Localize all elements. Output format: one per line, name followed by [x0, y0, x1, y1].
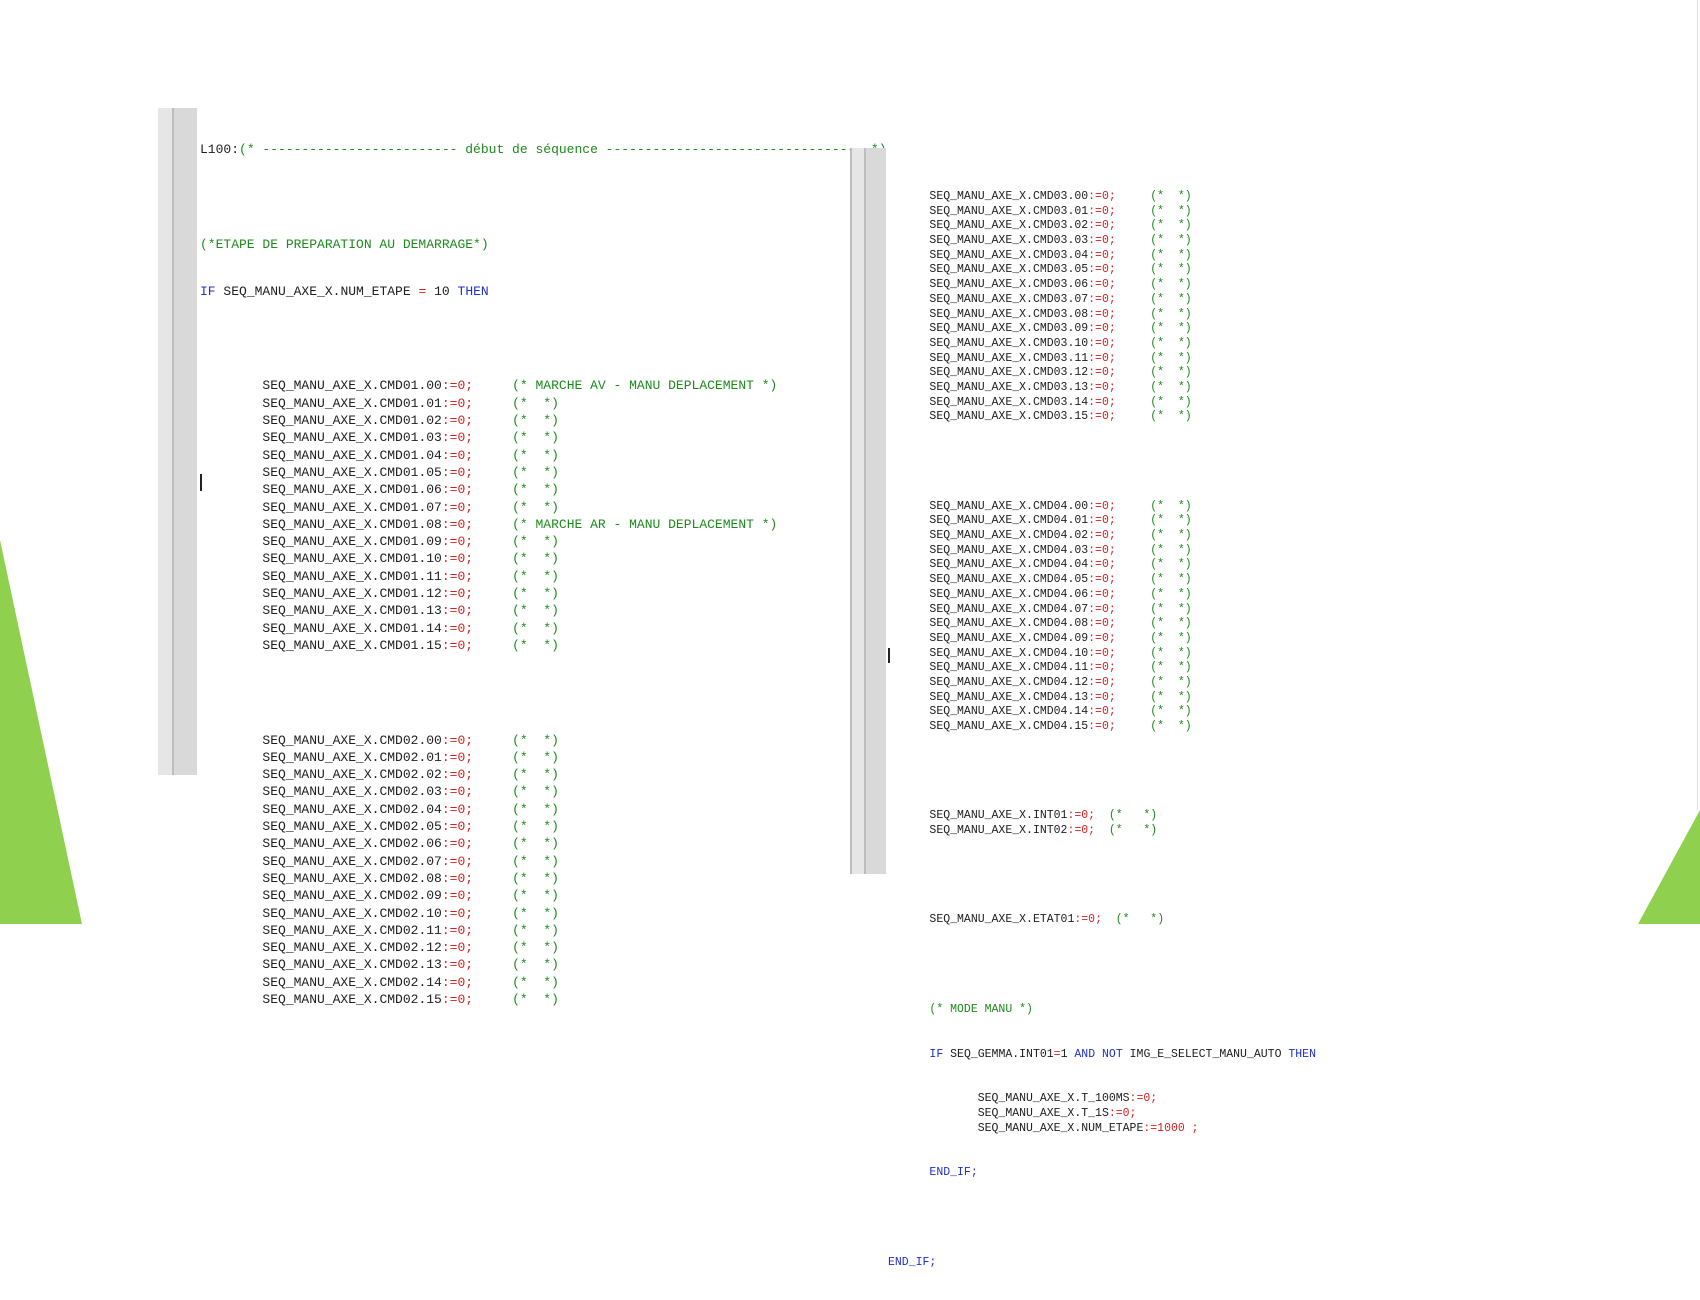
code-line: SEQ_MANU_AXE_X.CMD04.03:=0; (* *)	[929, 543, 1192, 557]
int-block: SEQ_MANU_AXE_X.INT01:=0; (* *) SEQ_MANU_…	[888, 809, 1316, 838]
code-line: SEQ_MANU_AXE_X.CMD03.02:=0; (* *)	[929, 219, 1192, 233]
code-line: SEQ_MANU_AXE_X.CMD04.00:=0; (* *)	[929, 499, 1192, 513]
code-line: SEQ_MANU_AXE_X.CMD01.12:=0; (* *)	[262, 586, 559, 602]
left-code-panel: L100:(* ------------------------- début …	[158, 108, 887, 1007]
left-gutter-strip	[174, 108, 197, 775]
code-line: SEQ_MANU_AXE_X.CMD03.07:=0; (* *)	[929, 292, 1192, 306]
code-line: SEQ_MANU_AXE_X.CMD04.10:=0; (* *)	[929, 646, 1192, 660]
code-line: SEQ_MANU_AXE_X.CMD02.14:=0; (* *)	[262, 974, 559, 990]
cmd02-block: SEQ_MANU_AXE_X.CMD02.00:=0; (* *) SEQ_MA…	[200, 732, 887, 1009]
code-line: SEQ_MANU_AXE_X.CMD02.06:=0; (* *)	[262, 836, 559, 852]
code-line: SEQ_MANU_AXE_X.CMD04.06:=0; (* *)	[929, 587, 1192, 601]
code-line: SEQ_MANU_AXE_X.CMD03.01:=0; (* *)	[929, 204, 1192, 218]
left-gutter	[158, 108, 172, 775]
code-line: SEQ_MANU_AXE_X.CMD01.13:=0; (* *)	[262, 603, 559, 619]
code-line: SEQ_MANU_AXE_X.CMD04.15:=0; (* *)	[929, 720, 1192, 733]
code-line: SEQ_MANU_AXE_X.T_100MS:=0;	[977, 1092, 1158, 1106]
code-line: SEQ_MANU_AXE_X.CMD03.08:=0; (* *)	[929, 307, 1192, 321]
code-line: SEQ_MANU_AXE_X.CMD03.13:=0; (* *)	[929, 380, 1192, 394]
code-line: SEQ_MANU_AXE_X.CMD03.09:=0; (* *)	[929, 322, 1192, 336]
code-line: SEQ_MANU_AXE_X.CMD02.01:=0; (* *)	[262, 749, 559, 765]
code-line: SEQ_MANU_AXE_X.CMD03.14:=0; (* *)	[929, 395, 1192, 409]
end-if-inner: END_IF;	[929, 1166, 978, 1180]
code-line: SEQ_MANU_AXE_X.CMD02.05:=0; (* *)	[262, 819, 559, 835]
code-line: SEQ_MANU_AXE_X.CMD01.10:=0; (* *)	[262, 551, 559, 567]
code-line: SEQ_MANU_AXE_X.CMD01.04:=0; (* *)	[262, 447, 559, 463]
if2-line: IF SEQ_GEMMA.INT01=1 AND NOT IMG_E_SELEC…	[929, 1047, 1316, 1061]
code-line: SEQ_MANU_AXE_X.INT01:=0; (* *)	[929, 809, 1158, 823]
code-line: SEQ_MANU_AXE_X.CMD03.12:=0; (* *)	[929, 366, 1192, 380]
left-code-area[interactable]: L100:(* ------------------------- début …	[200, 111, 887, 1038]
right-gutter	[852, 148, 864, 874]
code-line: SEQ_MANU_AXE_X.CMD02.03:=0; (* *)	[262, 784, 559, 800]
code-line: SEQ_MANU_AXE_X.CMD02.13:=0; (* *)	[262, 957, 559, 973]
code-line: SEQ_MANU_AXE_X.NUM_ETAPE:=1000 ;	[977, 1121, 1199, 1135]
cmd01-block: SEQ_MANU_AXE_X.CMD01.00:=0; (* MARCHE AV…	[200, 377, 887, 654]
code-line: SEQ_MANU_AXE_X.CMD02.07:=0; (* *)	[262, 853, 559, 869]
code-line: SEQ_MANU_AXE_X.CMD01.08:=0; (* MARCHE AR…	[262, 516, 778, 532]
code-line: SEQ_MANU_AXE_X.CMD04.02:=0; (* *)	[929, 529, 1192, 543]
slide-accent-right	[1638, 810, 1700, 924]
right-code-panel: SEQ_MANU_AXE_X.CMD03.00:=0; (* *) SEQ_MA…	[850, 148, 1350, 1269]
code-line: SEQ_MANU_AXE_X.CMD02.09:=0; (* *)	[262, 888, 559, 904]
code-line: SEQ_MANU_AXE_X.CMD02.00:=0; (* *)	[262, 732, 559, 748]
cmd04-block: SEQ_MANU_AXE_X.CMD04.00:=0; (* *) SEQ_MA…	[888, 500, 1316, 735]
if2-body: SEQ_MANU_AXE_X.T_100MS:=0; SEQ_MANU_AXE_…	[888, 1092, 1316, 1136]
code-line: SEQ_MANU_AXE_X.CMD01.02:=0; (* *)	[262, 413, 559, 429]
code-line: SEQ_MANU_AXE_X.CMD01.03:=0; (* *)	[262, 430, 559, 446]
cmd03-block: SEQ_MANU_AXE_X.CMD03.00:=0; (* *) SEQ_MA…	[888, 190, 1316, 425]
etat-line: SEQ_MANU_AXE_X.ETAT01:=0; (* *)	[929, 913, 1165, 927]
code-line: SEQ_MANU_AXE_X.INT02:=0; (* *)	[929, 824, 1158, 838]
code-line: SEQ_MANU_AXE_X.CMD02.15:=0; (* *)	[262, 991, 559, 1007]
code-line: SEQ_MANU_AXE_X.CMD04.08:=0; (* *)	[929, 617, 1192, 631]
code-line-header: L100:(* ------------------------- début …	[200, 142, 887, 157]
code-line: SEQ_MANU_AXE_X.CMD01.06:=0; (* *)	[262, 482, 559, 498]
text-caret-right	[888, 648, 890, 663]
code-line: SEQ_MANU_AXE_X.CMD03.05:=0; (* *)	[929, 263, 1192, 277]
code-line: SEQ_MANU_AXE_X.CMD02.10:=0; (* *)	[262, 905, 559, 921]
code-line: SEQ_MANU_AXE_X.CMD04.13:=0; (* *)	[929, 690, 1192, 704]
code-line: SEQ_MANU_AXE_X.CMD01.15:=0; (* *)	[262, 637, 559, 653]
code-line: SEQ_MANU_AXE_X.CMD02.02:=0; (* *)	[262, 767, 559, 783]
end-if-outer: END_IF;	[888, 1255, 937, 1269]
code-line: SEQ_MANU_AXE_X.T_1S:=0;	[977, 1106, 1137, 1120]
code-line: SEQ_MANU_AXE_X.CMD04.04:=0; (* *)	[929, 558, 1192, 572]
code-line: SEQ_MANU_AXE_X.CMD02.12:=0; (* *)	[262, 940, 559, 956]
code-line: SEQ_MANU_AXE_X.CMD02.04:=0; (* *)	[262, 801, 559, 817]
code-line: SEQ_MANU_AXE_X.CMD01.07:=0; (* *)	[262, 499, 559, 515]
code-line: SEQ_MANU_AXE_X.CMD01.11:=0; (* *)	[262, 568, 559, 584]
code-line: SEQ_MANU_AXE_X.CMD02.08:=0; (* *)	[262, 870, 559, 886]
right-gutter-strip	[866, 148, 886, 874]
code-line: SEQ_MANU_AXE_X.CMD01.00:=0; (* MARCHE AV…	[262, 378, 778, 394]
code-line: SEQ_MANU_AXE_X.CMD01.09:=0; (* *)	[262, 534, 559, 550]
code-line: SEQ_MANU_AXE_X.CMD01.05:=0; (* *)	[262, 464, 559, 480]
code-line: SEQ_MANU_AXE_X.CMD04.14:=0; (* *)	[929, 705, 1192, 719]
code-line-if: IF SEQ_MANU_AXE_X.NUM_ETAPE = 10 THEN	[200, 283, 489, 299]
mode-comment: (* MODE MANU *)	[929, 1002, 1033, 1016]
text-caret	[200, 474, 202, 491]
code-line: SEQ_MANU_AXE_X.CMD04.07:=0; (* *)	[929, 602, 1192, 616]
code-line: SEQ_MANU_AXE_X.CMD03.11:=0; (* *)	[929, 351, 1192, 365]
code-line: SEQ_MANU_AXE_X.CMD03.04:=0; (* *)	[929, 248, 1192, 262]
code-line: SEQ_MANU_AXE_X.CMD03.10:=0; (* *)	[929, 336, 1192, 350]
code-line: SEQ_MANU_AXE_X.CMD04.09:=0; (* *)	[929, 631, 1192, 645]
code-line: SEQ_MANU_AXE_X.CMD01.14:=0; (* *)	[262, 620, 559, 636]
slide-edge-line	[1697, 0, 1698, 810]
step-comment: (*ETAPE DE PREPARATION AU DEMARRAGE*)	[200, 236, 489, 252]
code-line: SEQ_MANU_AXE_X.CMD03.00:=0; (* *)	[929, 190, 1192, 203]
code-line: SEQ_MANU_AXE_X.CMD03.06:=0; (* *)	[929, 278, 1192, 292]
slide-accent-left	[0, 540, 82, 924]
code-line: SEQ_MANU_AXE_X.CMD01.01:=0; (* *)	[262, 395, 559, 411]
code-line: SEQ_MANU_AXE_X.CMD04.01:=0; (* *)	[929, 514, 1192, 528]
code-line: SEQ_MANU_AXE_X.CMD03.03:=0; (* *)	[929, 234, 1192, 248]
code-line: SEQ_MANU_AXE_X.CMD02.11:=0; (* *)	[262, 922, 559, 938]
code-line: SEQ_MANU_AXE_X.CMD04.11:=0; (* *)	[929, 661, 1192, 675]
code-line: SEQ_MANU_AXE_X.CMD03.15:=0; (* *)	[929, 410, 1192, 424]
code-line: SEQ_MANU_AXE_X.CMD04.05:=0; (* *)	[929, 573, 1192, 587]
right-code-area[interactable]: SEQ_MANU_AXE_X.CMD03.00:=0; (* *) SEQ_MA…	[888, 160, 1316, 1300]
code-line: SEQ_MANU_AXE_X.CMD04.12:=0; (* *)	[929, 675, 1192, 689]
